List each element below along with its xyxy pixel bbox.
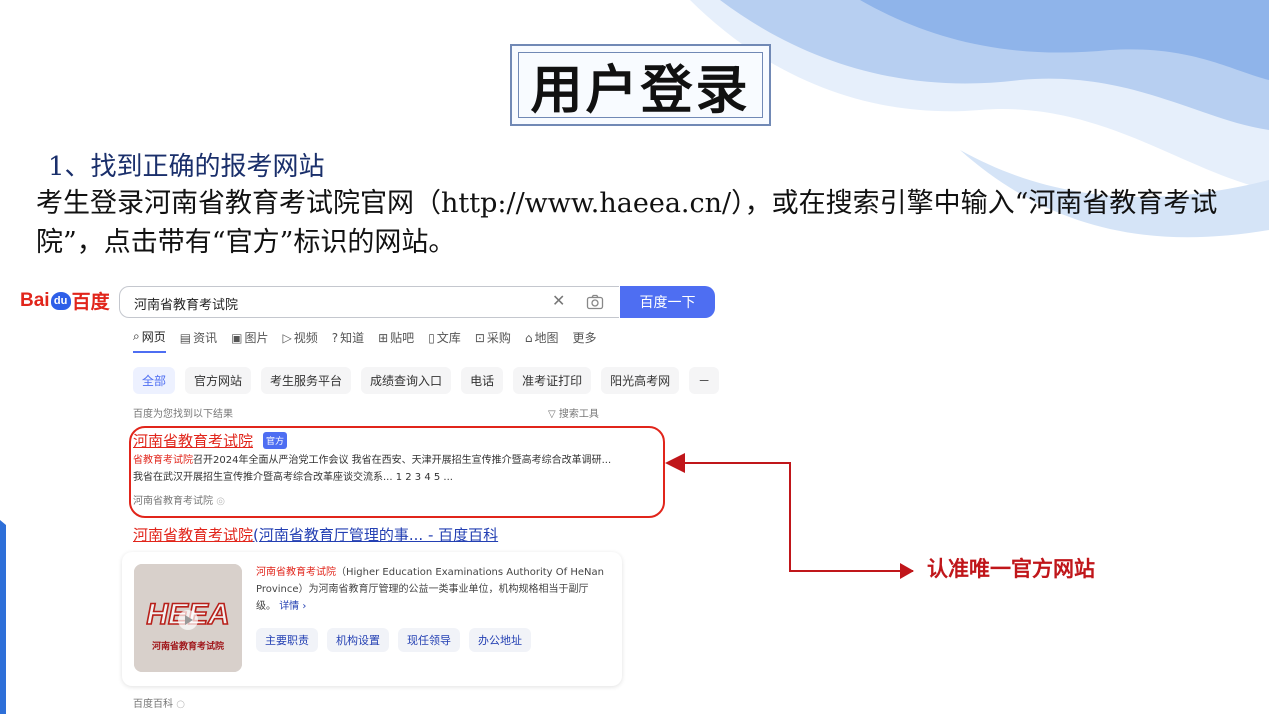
arrow-head-right bbox=[900, 563, 914, 579]
callout-arrow bbox=[665, 453, 914, 579]
callout-text: 认准唯一官方网站 bbox=[927, 556, 1095, 581]
arrow-line bbox=[665, 453, 913, 572]
